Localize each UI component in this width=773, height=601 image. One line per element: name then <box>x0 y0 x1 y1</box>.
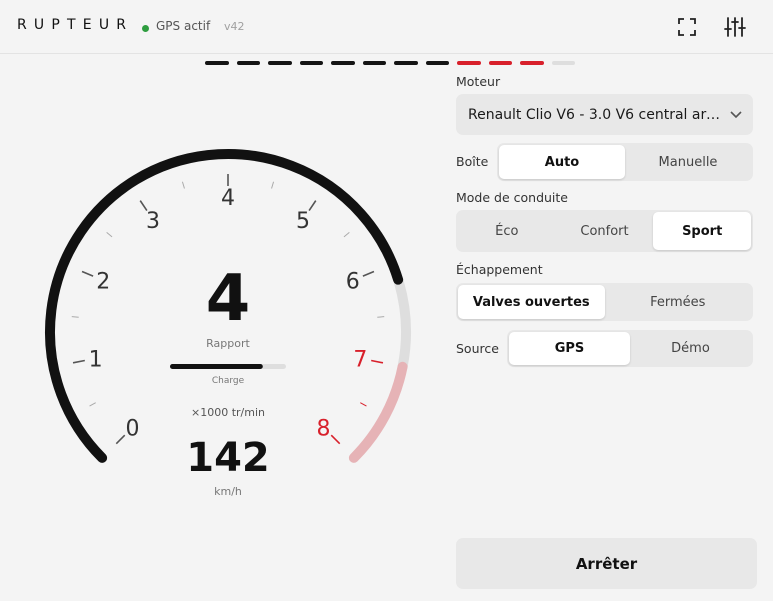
gear-label: Rapport <box>206 337 250 350</box>
gauge-tick <box>371 359 384 364</box>
shift-light <box>457 61 481 65</box>
gauge-scale-label: 1 <box>89 347 103 372</box>
mode-label: Mode de conduite <box>456 190 568 205</box>
gauge-tick <box>330 434 341 445</box>
shift-light <box>236 61 260 65</box>
gauge-tick <box>360 402 367 407</box>
gauge-scale-label: 8 <box>316 416 330 441</box>
shift-light <box>551 61 575 65</box>
boite-segmented: Auto Manuelle <box>497 143 753 181</box>
gauge-tick <box>362 270 375 277</box>
gauge-scale-label: 7 <box>353 347 367 372</box>
chevron-down-icon <box>730 111 742 119</box>
mode-option[interactable]: Confort <box>556 212 654 250</box>
stop-button[interactable]: Arrêter <box>456 538 757 589</box>
app-header: RUPTEUR GPS actif v42 <box>0 0 773 54</box>
shift-light <box>268 61 292 65</box>
echappement-label: Échappement <box>456 262 543 277</box>
echappement-option[interactable]: Fermées <box>605 285 752 319</box>
gear-indicator: 4 <box>206 262 251 336</box>
fullscreen-icon <box>678 18 696 36</box>
settings-button[interactable] <box>722 14 748 40</box>
moteur-select-value: Renault Clio V6 - 3.0 V6 central arrière <box>468 106 720 123</box>
gauge-tick <box>377 316 385 318</box>
mode-segmented: Éco Confort Sport <box>456 210 753 252</box>
shift-lights <box>205 61 575 65</box>
boite-label: Boîte <box>456 154 489 169</box>
boite-option[interactable]: Manuelle <box>625 145 751 179</box>
gauge-tick <box>81 270 94 277</box>
charge-bar-fill <box>170 364 263 369</box>
gauge-tick <box>271 181 275 189</box>
source-option[interactable]: GPS <box>509 332 630 365</box>
shift-light <box>362 61 386 65</box>
shift-light <box>331 61 355 65</box>
gauge-scale-label: 5 <box>296 209 310 234</box>
gauge-scale-label: 4 <box>221 186 235 211</box>
source-segmented: GPS Démo <box>507 330 753 367</box>
source-label: Source <box>456 341 499 356</box>
boite-option[interactable]: Auto <box>499 145 625 179</box>
gauge-tick <box>343 232 350 238</box>
shift-light <box>520 61 544 65</box>
gps-status-text: GPS actif <box>156 19 211 33</box>
moteur-label: Moteur <box>456 74 501 89</box>
gauge-tick <box>89 402 96 407</box>
gauge-scale-label: 2 <box>96 269 110 294</box>
sliders-icon <box>724 17 746 37</box>
moteur-select[interactable]: Renault Clio V6 - 3.0 V6 central arrière <box>456 94 753 135</box>
mode-option[interactable]: Éco <box>458 212 556 250</box>
speed-unit: km/h <box>214 485 242 498</box>
gauge-tick <box>115 434 126 445</box>
gauge-tick <box>106 232 113 238</box>
brand-logo: RUPTEUR <box>17 17 134 33</box>
source-option[interactable]: Démo <box>630 332 751 365</box>
gps-status-dot <box>142 25 149 32</box>
fullscreen-button[interactable] <box>674 14 700 40</box>
shift-light <box>394 61 418 65</box>
echappement-segmented: Valves ouvertes Fermées <box>456 283 753 321</box>
gauge-scale-label: 6 <box>346 269 360 294</box>
shift-light <box>205 61 229 65</box>
gauge-redzone <box>348 361 408 463</box>
gauge-scale-label: 3 <box>146 209 160 234</box>
rpm-unit: ×1000 tr/min <box>191 406 265 419</box>
gauge-tick <box>308 200 317 212</box>
echappement-option[interactable]: Valves ouvertes <box>458 285 605 319</box>
tachometer-gauge: 012345678 4 Rapport Charge ×1000 tr/min … <box>45 149 411 498</box>
shift-light <box>425 61 449 65</box>
version-label: v42 <box>224 20 245 33</box>
shift-light <box>488 61 512 65</box>
shift-light <box>299 61 323 65</box>
gauge-tick <box>71 316 79 318</box>
gauge-scale-label: 0 <box>126 416 140 441</box>
mode-option[interactable]: Sport <box>653 212 752 250</box>
speed-value: 142 <box>186 435 270 481</box>
gauge-tick <box>72 359 85 364</box>
gauge-tick <box>181 181 185 189</box>
charge-label: Charge <box>212 376 245 386</box>
